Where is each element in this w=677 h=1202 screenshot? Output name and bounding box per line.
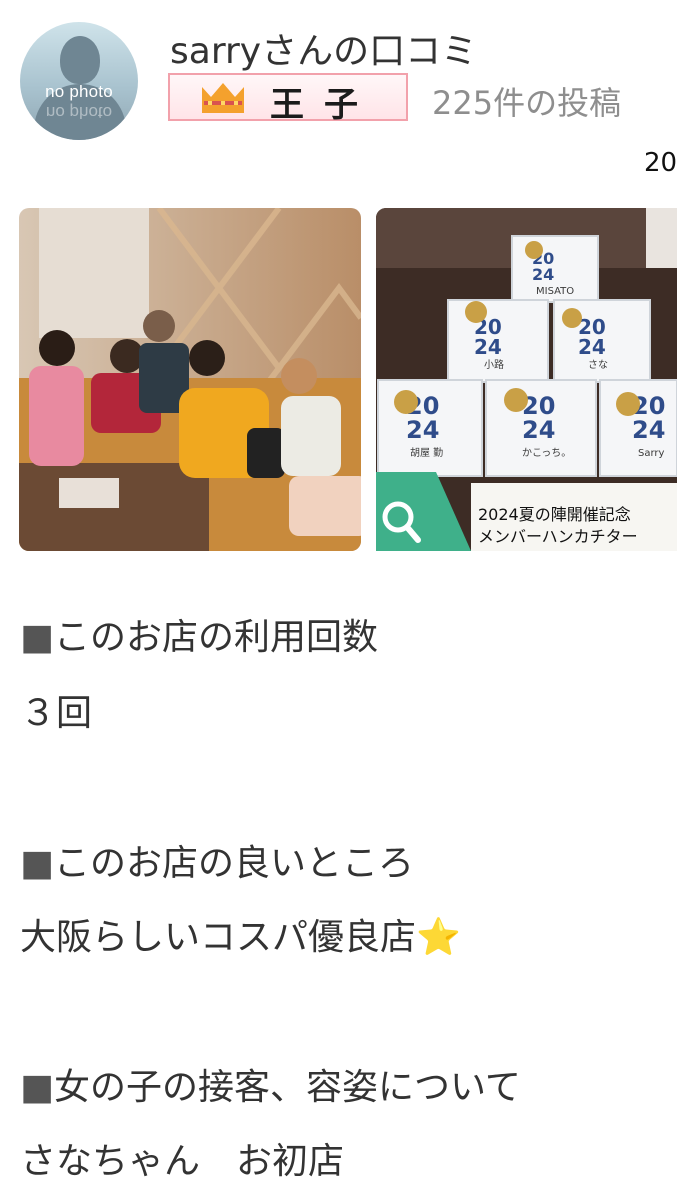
question-service: ■女の子の接客、容姿について — [20, 1058, 521, 1110]
question-good-points-label: このお店の良いところ — [54, 843, 415, 884]
question-service-label: 女の子の接客、容姿について — [54, 1067, 521, 1108]
question-good-points: ■このお店の良いところ — [20, 834, 414, 886]
svg-text:Sarry: Sarry — [638, 448, 665, 459]
bullet-square: ■ — [20, 843, 55, 884]
post-date: 20 — [644, 148, 677, 178]
answer-service: さなちゃん お初店 — [20, 1141, 345, 1182]
svg-text:小路: 小路 — [484, 358, 504, 371]
photo-caption: 2024夏の陣開催記念 メンバーハンカチター — [478, 504, 677, 548]
review-photo-1[interactable] — [19, 208, 361, 551]
answer-visit-count: ３回 — [20, 693, 93, 734]
avatar-silhouette-head — [60, 36, 100, 84]
svg-text:24: 24 — [522, 416, 555, 444]
photo-caption-line-2: メンバーハンカチター — [478, 527, 638, 546]
avatar-no-photo-label: no photo — [45, 82, 113, 101]
svg-text:MISATO: MISATO — [536, 286, 574, 297]
svg-text:24: 24 — [578, 335, 606, 359]
svg-text:24: 24 — [474, 335, 502, 359]
svg-text:24: 24 — [632, 416, 665, 444]
post-count[interactable]: 225件の投稿 — [432, 78, 621, 124]
bullet-square: ■ — [20, 1067, 55, 1108]
svg-text:さな: さな — [588, 359, 608, 371]
bullet-square: ■ — [20, 617, 55, 658]
rank-badge: 王子 — [168, 73, 408, 125]
question-visit-count-label: このお店の利用回数 — [54, 617, 379, 658]
svg-text:24: 24 — [406, 416, 439, 444]
rank-label: 王子 — [270, 85, 378, 125]
crown-icon — [202, 83, 244, 113]
review-title[interactable]: sarryさんの口コミ — [170, 22, 477, 74]
svg-text:胡屋 勤: 胡屋 勤 — [410, 446, 443, 459]
answer-good-points-text: 大阪らしいコスパ優良店 — [20, 917, 417, 958]
svg-text:24: 24 — [532, 265, 554, 284]
svg-text:かこっち。: かこっち。 — [522, 447, 571, 459]
avatar[interactable]: no photo no photo — [20, 22, 138, 140]
photo-caption-line-1: 2024夏の陣開催記念 — [478, 505, 631, 524]
star-icon: ⭐ — [416, 917, 461, 958]
zoom-icon[interactable] — [376, 472, 471, 551]
question-visit-count: ■このお店の利用回数 — [20, 608, 378, 660]
answer-good-points: 大阪らしいコスパ優良店⭐ — [20, 908, 461, 960]
avatar-no-photo-reflection: no photo — [45, 103, 113, 122]
